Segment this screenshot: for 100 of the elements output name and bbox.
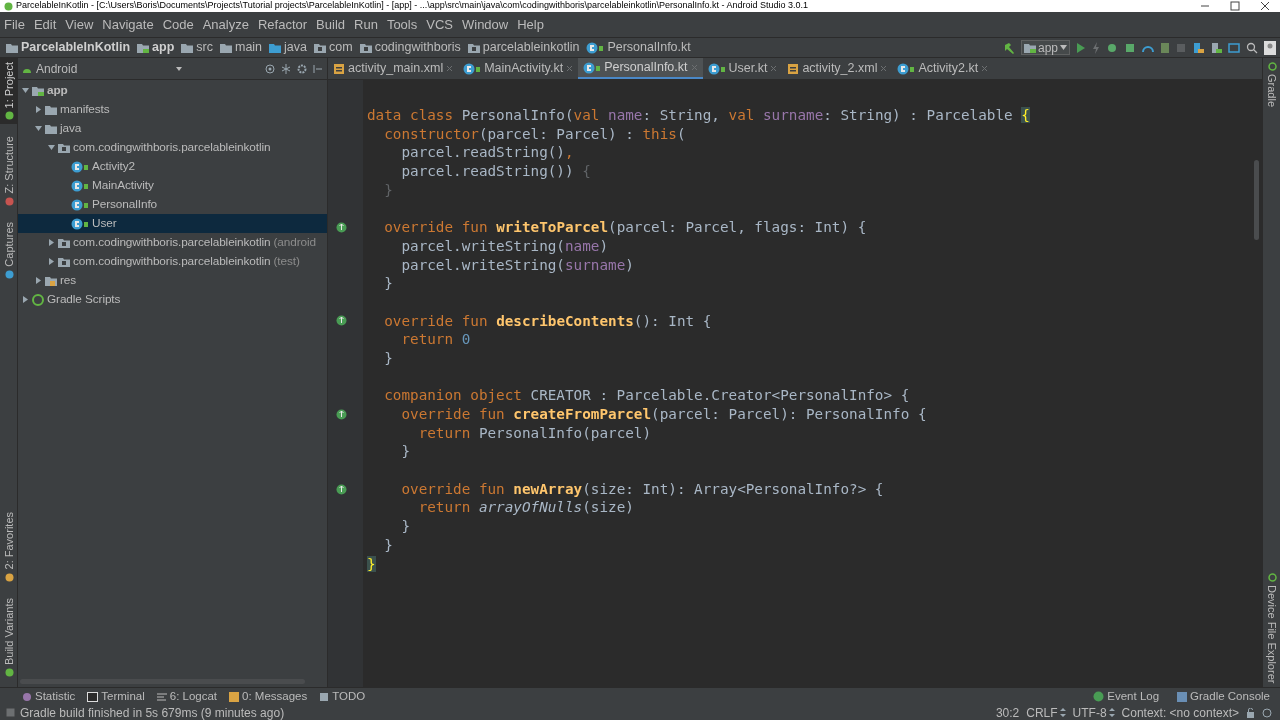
tree-item[interactable]: Gradle Scripts [18, 290, 327, 309]
kotlin-class-icon [71, 179, 89, 192]
terminal-icon [87, 691, 99, 702]
tool-window-icon [4, 668, 14, 677]
tool-window-tab[interactable]: 2: Favorites [0, 508, 18, 586]
tree-item[interactable]: com.codingwithboris.parcelableinkotlin [18, 138, 327, 157]
tree-item[interactable]: com.codingwithboris.parcelableinkotlin (android [18, 233, 327, 252]
lightning-icon[interactable] [1092, 41, 1100, 54]
editor-tab[interactable]: PersonalInfo.kt [578, 58, 703, 79]
tree-item[interactable]: java [18, 119, 327, 138]
tool-window-tab[interactable]: TODO [319, 687, 366, 706]
tool-window-tab[interactable]: 6: Logcat [156, 687, 218, 706]
tool-window-tab[interactable]: Gradle Console [1177, 687, 1270, 706]
menu-item[interactable]: Window [461, 14, 509, 35]
editor-tab[interactable]: MainActivity.kt [458, 58, 579, 79]
code-line: } [400, 442, 411, 462]
context-selector[interactable]: Context: <no context> [1121, 703, 1239, 720]
collapsed-arrow-icon[interactable] [48, 239, 55, 246]
kotlin-class-icon [586, 41, 605, 54]
collapsed-arrow-icon[interactable] [48, 258, 55, 265]
encoding-selector[interactable]: UTF-8 [1072, 703, 1115, 720]
gear-icon[interactable] [297, 63, 307, 74]
breadcrumb-item[interactable]: src [181, 38, 213, 57]
search-icon[interactable] [1246, 41, 1258, 54]
folder-icon [269, 42, 282, 53]
tree-item[interactable]: MainActivity [18, 176, 327, 195]
breadcrumb-item[interactable]: main [219, 38, 263, 57]
code-line: constructor(parcel: Parcel) : this( [383, 124, 686, 144]
tree-item[interactable]: manifests [18, 100, 327, 119]
tree-item[interactable]: PersonalInfo [18, 195, 327, 214]
editor-tab[interactable]: activity_2.xml [782, 58, 893, 79]
tree-item[interactable]: app [18, 81, 327, 100]
tool-window-tab[interactable]: Event Log [1093, 687, 1160, 706]
tree-item[interactable]: Activity2 [18, 157, 327, 176]
run-icon[interactable] [1076, 41, 1086, 54]
project-view-dropdown[interactable]: Android [22, 59, 182, 78]
kotlin-class-icon [71, 217, 89, 230]
menu-item[interactable]: VCS [426, 14, 453, 35]
tool-window-tab[interactable]: Gradle [1263, 62, 1280, 108]
expanded-arrow-icon[interactable] [22, 87, 29, 94]
target-icon[interactable] [265, 63, 275, 74]
folder-icon [45, 123, 57, 134]
expanded-arrow-icon[interactable] [48, 144, 55, 151]
code-line: override fun newArray(size: Int): Array<PersonalInfo?> { [400, 479, 884, 499]
tool-window-tab[interactable]: 1: Project [0, 58, 18, 125]
breadcrumb-item[interactable]: parcelableinkotlin [467, 38, 580, 57]
tree-item[interactable]: res [18, 271, 327, 290]
menu-item[interactable]: Refactor [257, 14, 308, 35]
breadcrumb-item[interactable]: ParcelableInKotlin [6, 38, 131, 57]
menu-item[interactable]: Build [316, 14, 345, 35]
module-folder-icon [1023, 42, 1036, 53]
gradle-icon [32, 293, 44, 306]
tool-window-tab[interactable]: Statistic [22, 687, 76, 706]
menu-item[interactable]: Code [162, 14, 194, 35]
menu-item[interactable]: Tools [386, 14, 418, 35]
caret-position[interactable]: 30:2 [995, 703, 1020, 720]
tool-window-tab[interactable]: Device File Explorer [1263, 572, 1280, 683]
code-line: override fun describeContents(): Int { [383, 311, 712, 331]
scrollbar-thumb[interactable] [1253, 160, 1259, 240]
menu-item[interactable]: Analyze [202, 14, 249, 35]
menu-item[interactable]: Run [354, 14, 378, 35]
code-line: } [383, 274, 393, 293]
tool-window-tab[interactable]: Terminal [87, 687, 145, 706]
menu-item[interactable]: Navigate [102, 14, 154, 35]
lock-icon[interactable] [1246, 707, 1255, 718]
tool-window-tab[interactable]: Captures [0, 217, 18, 283]
breadcrumb-item[interactable]: PersonalInfo.kt [586, 38, 691, 57]
editor-tab[interactable]: activity_main.xml [328, 58, 459, 79]
kotlin-class-icon [707, 62, 726, 75]
breadcrumb-item[interactable]: com [314, 38, 353, 57]
code-line: } [383, 535, 393, 555]
package-folder-icon [359, 42, 372, 53]
user-avatar-icon[interactable] [1264, 40, 1276, 55]
breadcrumb-item[interactable]: codingwithboris [359, 38, 461, 57]
menu-item[interactable]: View [65, 14, 94, 35]
collapsed-arrow-icon[interactable] [35, 277, 42, 284]
breadcrumb-item[interactable]: app [137, 38, 175, 57]
kotlin-class-icon [71, 160, 89, 173]
tree-item[interactable]: com.codingwithboris.parcelableinkotlin (test) [18, 252, 327, 271]
collapsed-arrow-icon[interactable] [35, 106, 42, 113]
menu-item[interactable]: Help [517, 14, 544, 35]
hammer-icon[interactable] [1002, 41, 1015, 54]
run-configuration-dropdown[interactable]: app [1020, 40, 1070, 55]
breadcrumb-item[interactable]: java [269, 38, 307, 57]
menu-item[interactable]: Edit [33, 14, 57, 35]
code-line: } [400, 517, 411, 536]
kotlin-class-icon [463, 62, 482, 75]
kotlin-class-icon [71, 198, 89, 211]
line-separator-selector[interactable]: CRLF [1026, 703, 1066, 720]
editor-tab[interactable]: Activity2.kt [892, 58, 994, 79]
code-line: parcel.readString(), [400, 143, 574, 163]
collapsed-arrow-icon[interactable] [22, 296, 29, 303]
editor-tab[interactable]: User.kt [702, 58, 783, 79]
tool-window-tab[interactable]: Build Variants [0, 593, 18, 681]
tool-window-tab[interactable]: 0: Messages [229, 687, 308, 706]
expanded-arrow-icon[interactable] [35, 125, 42, 132]
tree-item[interactable]: User [18, 214, 327, 233]
menu-item[interactable]: File [4, 14, 25, 35]
tool-window-icon [4, 196, 14, 206]
tool-window-tab[interactable]: Z: Structure [0, 132, 18, 210]
